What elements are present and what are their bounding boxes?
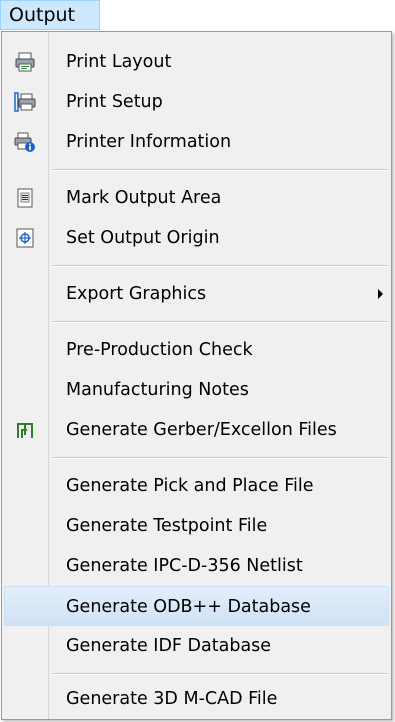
printer-icon [14, 51, 36, 73]
menu-item-pre-production-check[interactable]: Pre-Production Check [4, 330, 389, 370]
menu-item-printer-information[interactable]: Printer Information [4, 122, 389, 162]
menu-separator [52, 265, 388, 267]
output-dropdown-menu: Print Layout Print Setup Printer Informa… [1, 31, 392, 720]
printer-setup-icon [14, 91, 36, 113]
menu-item-generate-gerber-excellon[interactable]: Generate Gerber/Excellon Files [4, 410, 389, 450]
output-menu-title[interactable]: Output [0, 0, 100, 30]
menu-item-label: Export Graphics [66, 284, 207, 304]
menu-item-manufacturing-notes[interactable]: Manufacturing Notes [4, 370, 389, 410]
submenu-arrow-icon [378, 289, 383, 299]
menu-item-label: Print Layout [66, 52, 172, 72]
menu-item-set-output-origin[interactable]: Set Output Origin [4, 218, 389, 258]
menu-item-label: Set Output Origin [66, 228, 220, 248]
menu-item-label: Manufacturing Notes [66, 380, 249, 400]
menu-item-label: Generate Gerber/Excellon Files [66, 420, 337, 440]
output-area-icon [14, 187, 36, 209]
menu-bar: Output [0, 0, 395, 30]
menu-item-label: Generate ODB++ Database [66, 597, 311, 617]
menu-item-generate-testpoint-file[interactable]: Generate Testpoint File [4, 506, 389, 546]
menu-item-label: Generate IDF Database [66, 636, 272, 656]
menu-item-generate-ipc-netlist[interactable]: Generate IPC-D-356 Netlist [4, 546, 389, 586]
menu-separator [52, 457, 388, 459]
gerber-icon [14, 419, 36, 441]
menu-item-label: Print Setup [66, 92, 163, 112]
menu-item-mark-output-area[interactable]: Mark Output Area [4, 178, 389, 218]
menu-item-label: Generate Testpoint File [66, 516, 268, 536]
menu-item-label: Generate IPC-D-356 Netlist [66, 556, 303, 576]
menu-item-label: Generate Pick and Place File [66, 476, 314, 496]
menu-item-label: Printer Information [66, 132, 232, 152]
menu-item-generate-odb-database[interactable]: Generate ODB++ Database [4, 586, 389, 626]
printer-info-icon [14, 131, 36, 153]
menu-item-print-layout[interactable]: Print Layout [4, 42, 389, 82]
menu-item-export-graphics[interactable]: Export Graphics [4, 274, 389, 314]
menu-separator [52, 321, 388, 323]
menu-separator [52, 169, 388, 171]
menu-item-label: Pre-Production Check [66, 340, 253, 360]
menu-item-label: Generate 3D M-CAD File [66, 689, 278, 709]
menu-item-label: Mark Output Area [66, 188, 222, 208]
origin-icon [14, 227, 36, 249]
menu-item-generate-3d-mcad-file[interactable]: Generate 3D M-CAD File [4, 679, 389, 719]
menu-item-print-setup[interactable]: Print Setup [4, 82, 389, 122]
menu-item-generate-idf-database[interactable]: Generate IDF Database [4, 626, 389, 666]
menu-item-generate-pick-and-place[interactable]: Generate Pick and Place File [4, 466, 389, 506]
menu-separator [52, 673, 388, 675]
